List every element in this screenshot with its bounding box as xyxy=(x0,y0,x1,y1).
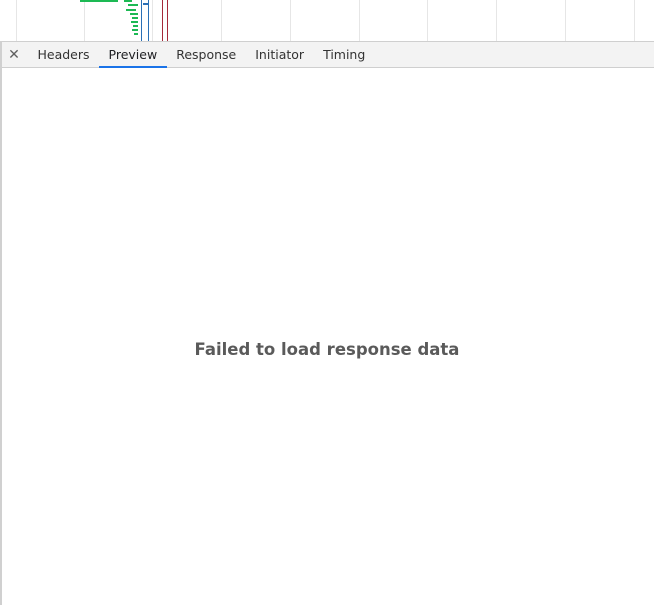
waterfall-bar xyxy=(130,13,138,15)
load-event-line xyxy=(167,0,168,41)
panel-left-border xyxy=(0,41,2,605)
waterfall-bar xyxy=(80,0,118,2)
waterfall-bar xyxy=(126,9,136,11)
waterfall-bar xyxy=(124,0,132,2)
tab-initiator[interactable]: Initiator xyxy=(246,42,314,67)
waterfall-gridline xyxy=(634,0,635,41)
load-event-line xyxy=(162,0,163,41)
waterfall-gridline xyxy=(152,0,153,41)
tab-label: Preview xyxy=(108,47,158,62)
waterfall-bar xyxy=(133,25,138,27)
devtools-network-panel: ✕ Headers Preview Response Initiator Tim… xyxy=(0,0,654,605)
close-icon[interactable]: ✕ xyxy=(0,42,28,67)
dom-content-loaded-line xyxy=(141,0,142,41)
tab-preview[interactable]: Preview xyxy=(99,42,167,68)
waterfall-bar xyxy=(131,21,138,23)
tab-timing[interactable]: Timing xyxy=(314,42,375,67)
network-waterfall xyxy=(0,0,654,41)
tab-label: Timing xyxy=(323,47,366,62)
tab-headers[interactable]: Headers xyxy=(28,42,99,67)
waterfall-bar xyxy=(143,3,148,5)
waterfall-gridline xyxy=(496,0,497,41)
waterfall-gridline xyxy=(221,0,222,41)
tab-response[interactable]: Response xyxy=(167,42,246,67)
waterfall-gridline xyxy=(565,0,566,41)
waterfall-marker-line xyxy=(148,0,149,41)
waterfall-gridline xyxy=(16,0,17,41)
request-detail-tabbar: ✕ Headers Preview Response Initiator Tim… xyxy=(0,41,654,68)
tab-label: Response xyxy=(176,47,237,62)
waterfall-gridline xyxy=(427,0,428,41)
tab-label: Headers xyxy=(37,47,90,62)
failed-to-load-message: Failed to load response data xyxy=(194,340,460,359)
waterfall-bar xyxy=(132,17,138,19)
waterfall-gridline xyxy=(290,0,291,41)
waterfall-gridline xyxy=(84,0,85,41)
waterfall-gridline xyxy=(359,0,360,41)
waterfall-bar xyxy=(132,29,138,31)
preview-pane: Failed to load response data xyxy=(0,68,654,605)
waterfall-bar xyxy=(134,33,138,35)
tab-label: Initiator xyxy=(255,47,305,62)
waterfall-bar xyxy=(128,4,138,6)
